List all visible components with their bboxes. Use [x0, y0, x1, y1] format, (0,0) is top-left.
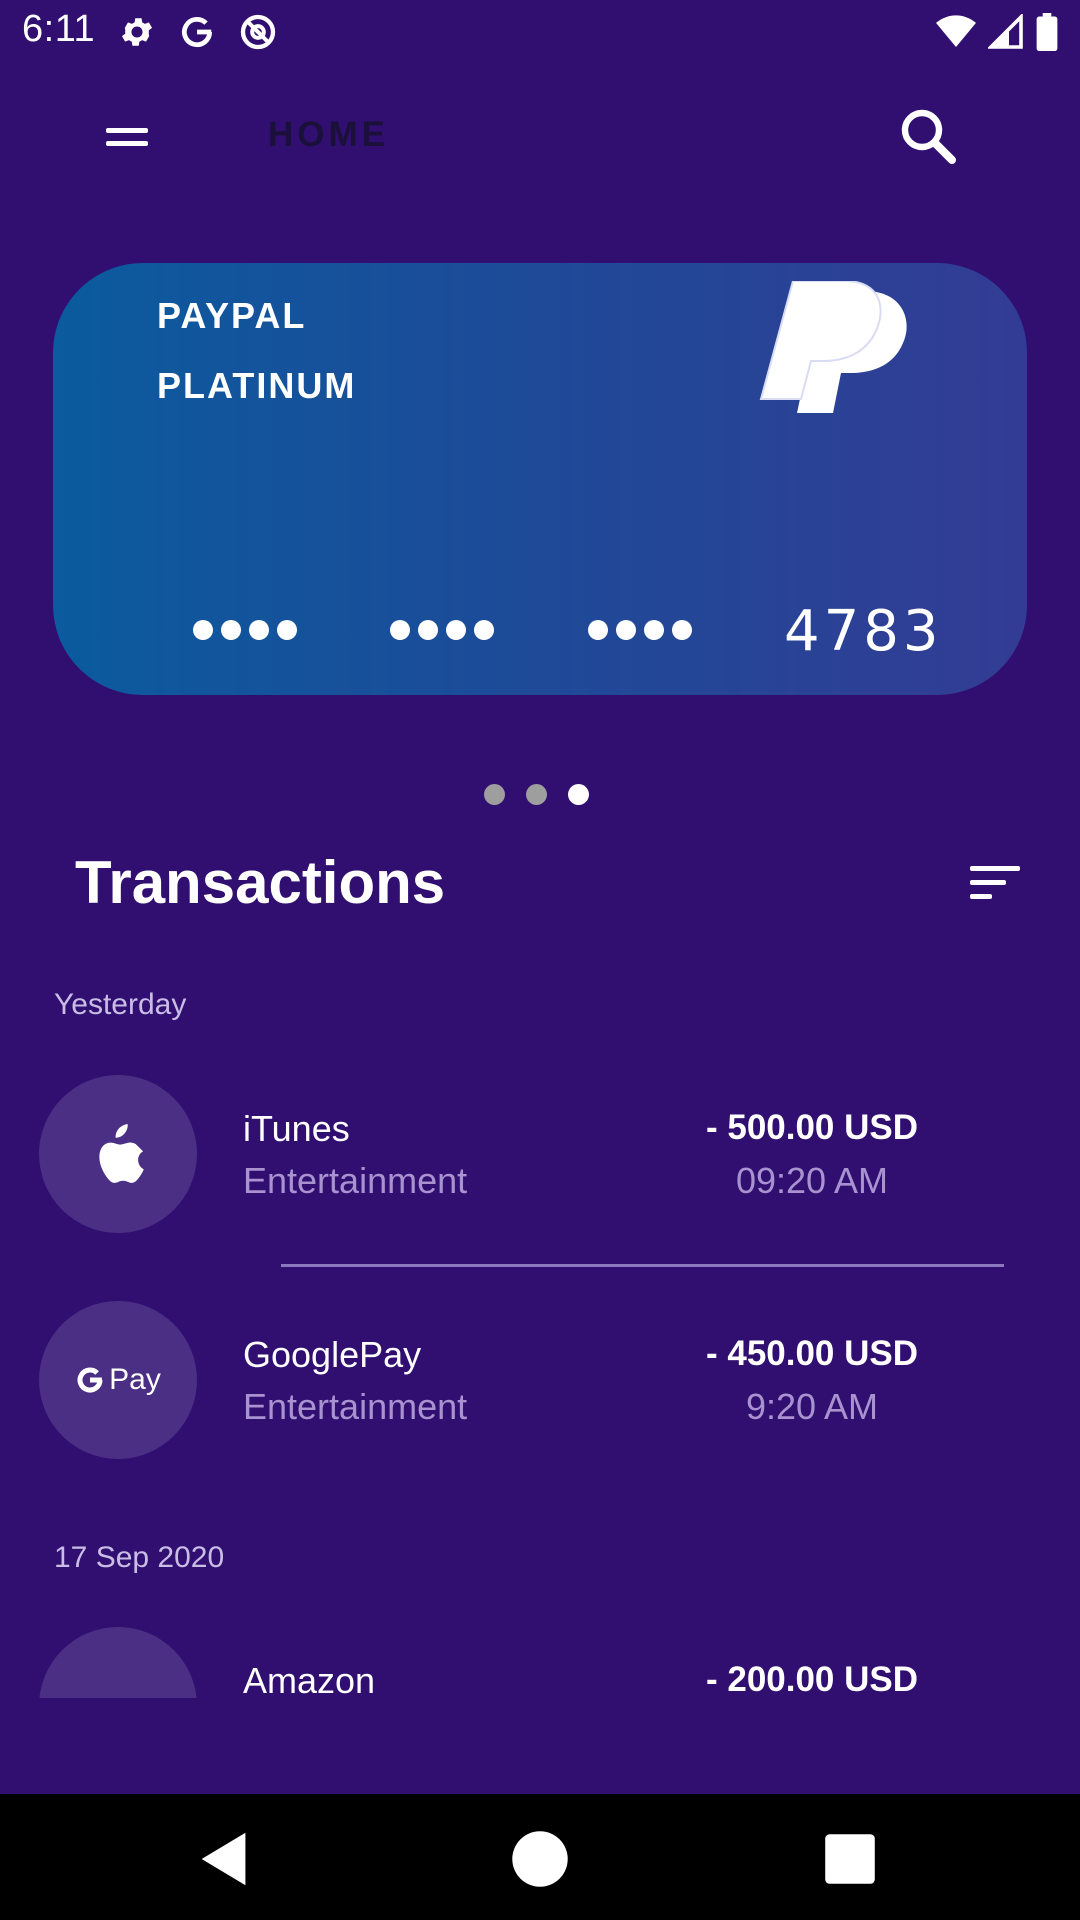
transaction-icon-circle — [39, 1075, 197, 1233]
section-label-17-sep-2020: 17 Sep 2020 — [54, 1541, 225, 1574]
transaction-time: 09:20 AM — [735, 1160, 889, 1201]
transactions-title: Transactions — [75, 849, 446, 916]
back-icon — [201, 1832, 246, 1886]
status-time: 6:11 — [22, 8, 96, 50]
pager-dot-2[interactable] — [526, 784, 547, 805]
recents-button[interactable] — [815, 1824, 885, 1894]
menu-button[interactable] — [100, 118, 156, 158]
google-g-icon — [77, 1367, 103, 1393]
card-brand: PAYPAL — [157, 295, 307, 336]
page-title: HOME — [268, 115, 389, 154]
home-button[interactable] — [505, 1824, 575, 1894]
card-type: PLATINUM — [157, 365, 357, 406]
at-sign-icon — [240, 14, 276, 50]
google-g-icon — [181, 17, 213, 48]
apple-icon — [99, 1124, 144, 1183]
transaction-amount: - 200.00 USD — [705, 1660, 919, 1698]
masked-digits-group-3 — [588, 620, 692, 640]
row-divider — [281, 1264, 1004, 1267]
gpay-icon-text: Pay — [109, 1363, 161, 1396]
transaction-name: GooglePay — [243, 1334, 422, 1375]
filter-button[interactable] — [970, 862, 1024, 902]
status-icons-right — [936, 10, 1058, 54]
card-pager[interactable] — [484, 784, 589, 805]
transaction-amount: - 450.00 USD — [705, 1334, 919, 1373]
system-nav-bar — [0, 1794, 1080, 1920]
card-last-four: 4783 — [784, 599, 943, 664]
gear-icon — [121, 18, 153, 46]
transaction-row-itunes[interactable]: iTunes Entertainment - 500.00 USD 09:20 … — [0, 1070, 1080, 1240]
paypal-logo — [759, 281, 907, 413]
search-button[interactable] — [896, 104, 960, 168]
transaction-name: iTunes — [243, 1108, 350, 1149]
transaction-icon-circle: a — [39, 1627, 197, 1698]
gpay-icon: Pay — [75, 1363, 161, 1397]
transaction-amount: - 500.00 USD — [705, 1108, 919, 1147]
recents-icon — [825, 1834, 875, 1884]
back-button[interactable] — [190, 1824, 260, 1894]
cell-signal-icon — [988, 14, 1023, 49]
transaction-row-googlepay[interactable]: Pay GooglePay Entertainment - 450.00 USD… — [0, 1296, 1080, 1466]
transaction-time: 9:20 AM — [745, 1386, 879, 1427]
transaction-category: Entertainment — [243, 1160, 468, 1201]
payment-card[interactable]: PAYPAL PLATINUM 4783 — [53, 263, 1027, 695]
section-label-yesterday: Yesterday — [54, 988, 187, 1021]
pager-dot-1[interactable] — [484, 784, 505, 805]
masked-digits-group-1 — [193, 620, 297, 640]
transaction-name: Amazon — [243, 1660, 376, 1698]
search-icon — [901, 109, 956, 164]
transaction-icon-circle: Pay — [39, 1301, 197, 1459]
masked-digits-group-2 — [390, 620, 494, 640]
wifi-icon — [936, 15, 976, 48]
transaction-row-amazon[interactable]: a Amazon - 200.00 USD — [0, 1622, 1080, 1698]
pager-dot-3-active[interactable] — [568, 784, 589, 805]
status-icons-left — [118, 10, 278, 54]
home-icon — [512, 1831, 568, 1887]
amazon-icon: a — [101, 1692, 134, 1699]
transaction-category: Entertainment — [243, 1386, 468, 1427]
status-bar: 6:11 — [0, 0, 1080, 64]
battery-icon — [1036, 13, 1058, 51]
